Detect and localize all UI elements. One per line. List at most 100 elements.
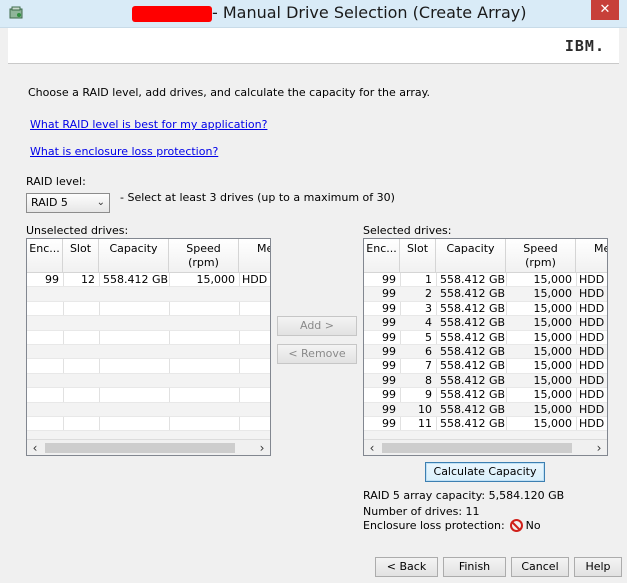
column-header-capacity[interactable]: Capacity	[99, 239, 169, 273]
cell-media: HDD	[579, 344, 605, 358]
calculate-capacity-button[interactable]: Calculate Capacity	[425, 462, 545, 482]
cell-speed: 15,000	[533, 388, 573, 402]
cell-slot: 5	[425, 330, 432, 344]
table-row[interactable]: 99 5 558.412 GB 15,000 HDD	[364, 330, 607, 345]
raid-level-select[interactable]: RAID 5 ⌄	[26, 193, 110, 213]
column-header-speed[interactable]: Speed (rpm)	[506, 239, 576, 273]
horizontal-scrollbar[interactable]: ‹ ›	[27, 439, 270, 455]
cell-slot: 7	[425, 359, 432, 373]
raid-level-value: RAID 5	[31, 196, 68, 209]
drive-count-text: Number of drives: 11	[363, 505, 480, 518]
enclosure-protection-label: Enclosure loss protection:	[363, 519, 505, 532]
cell-capacity: 558.412 GB	[440, 373, 506, 387]
column-header-speed[interactable]: Speed (rpm)	[169, 239, 239, 273]
empty-table-row	[27, 344, 270, 360]
cell-slot: 8	[425, 373, 432, 387]
table-row[interactable]: 99 4 558.412 GB 15,000 HDD	[364, 316, 607, 331]
cell-slot: 4	[425, 316, 432, 330]
table-row[interactable]: 99 9 558.412 GB 15,000 HDD	[364, 388, 607, 403]
scroll-right-icon[interactable]: ›	[591, 440, 607, 455]
finish-button[interactable]: Finish	[443, 557, 506, 577]
scrollbar-thumb[interactable]	[382, 443, 572, 453]
table-row[interactable]: 99 10 558.412 GB 15,000 HDD	[364, 402, 607, 417]
cell-slot: 10	[418, 402, 432, 416]
empty-table-row	[27, 316, 270, 331]
scrollbar-thumb[interactable]	[45, 443, 235, 453]
add-button[interactable]: Add >	[277, 316, 357, 336]
enclosure-help-link[interactable]: What is enclosure loss protection?	[30, 145, 218, 158]
empty-table-row	[27, 402, 270, 417]
cell-media: HDD	[579, 273, 605, 286]
empty-table-row	[27, 331, 270, 345]
scroll-left-icon[interactable]: ‹	[27, 440, 43, 455]
redacted-title-block	[132, 6, 212, 22]
cell-enclosure: 99	[382, 373, 396, 387]
cell-media: HDD	[579, 416, 605, 430]
help-button[interactable]: Help	[574, 557, 622, 577]
table-row[interactable]: 99 12 558.412 GB 15,000 HDD	[27, 273, 270, 288]
ibm-logo: IBM.	[564, 37, 605, 55]
column-header-slot[interactable]: Slot	[400, 239, 436, 273]
raid-hint-text: - Select at least 3 drives (up to a maxi…	[120, 191, 395, 204]
back-button[interactable]: < Back	[375, 557, 438, 577]
column-header-enclosure[interactable]: Enc...	[364, 239, 400, 273]
cell-capacity: 558.412 GB	[440, 388, 506, 402]
array-capacity-text: RAID 5 array capacity: 5,584.120 GB	[363, 489, 565, 502]
cell-enclosure: 99	[382, 287, 396, 301]
cell-slot: 3	[425, 301, 432, 315]
raid-level-label: RAID level:	[26, 175, 86, 188]
empty-table-row	[27, 359, 270, 374]
cell-speed: 15,000	[533, 359, 573, 373]
unselected-drives-label: Unselected drives:	[26, 224, 129, 237]
selected-drives-table[interactable]: Enc...SlotCapacitySpeed (rpm)Media991558…	[363, 238, 608, 456]
cell-speed: 15,000	[196, 273, 236, 286]
scroll-right-icon[interactable]: ›	[254, 440, 270, 455]
title-bar: - Manual Drive Selection (Create Array) …	[0, 0, 627, 28]
cell-enclosure: 99	[45, 273, 59, 286]
table-body: 99 1 558.412 GB 15,000 HDD 99 2 558.412 GB 15,00…	[364, 273, 607, 446]
cell-enclosure: 99	[382, 359, 396, 373]
column-header-capacity[interactable]: Capacity	[436, 239, 506, 273]
cell-capacity: 558.412 GB	[440, 344, 506, 358]
cell-enclosure: 99	[382, 416, 396, 430]
table-row[interactable]: 99 8 558.412 GB 15,000 HDD	[364, 373, 607, 389]
cell-slot: 9	[425, 388, 432, 402]
cell-capacity: 558.412 GB	[103, 273, 169, 286]
remove-button[interactable]: < Remove	[277, 344, 357, 364]
cell-enclosure: 99	[382, 344, 396, 358]
header-band: IBM.	[8, 28, 619, 64]
cell-speed: 15,000	[533, 330, 573, 344]
table-row[interactable]: 99 11 558.412 GB 15,000 HDD	[364, 416, 607, 432]
table-row[interactable]: 99 6 558.412 GB 15,000 HDD	[364, 344, 607, 360]
no-entry-icon	[509, 519, 523, 532]
cell-speed: 15,000	[533, 402, 573, 416]
cell-speed: 15,000	[533, 287, 573, 301]
cell-enclosure: 99	[382, 316, 396, 330]
cell-capacity: 558.412 GB	[440, 301, 506, 315]
scroll-left-icon[interactable]: ‹	[364, 440, 380, 455]
close-button[interactable]: ✕	[591, 0, 619, 20]
horizontal-scrollbar[interactable]: ‹ ›	[364, 439, 607, 455]
table-row[interactable]: 99 1 558.412 GB 15,000 HDD	[364, 273, 607, 288]
column-header-slot[interactable]: Slot	[63, 239, 99, 273]
table-row[interactable]: 99 2 558.412 GB 15,000 HDD	[364, 287, 607, 302]
dialog-content: Choose a RAID level, add drives, and cal…	[8, 64, 622, 583]
table-row[interactable]: 99 3 558.412 GB 15,000 HDD	[364, 301, 607, 317]
cell-speed: 15,000	[533, 273, 573, 286]
cell-capacity: 558.412 GB	[440, 273, 506, 286]
cell-speed: 15,000	[533, 344, 573, 358]
column-header-media[interactable]: Media	[239, 239, 270, 273]
cell-speed: 15,000	[533, 373, 573, 387]
raid-help-link[interactable]: What RAID level is best for my applicati…	[30, 118, 267, 131]
cell-media: HDD	[579, 388, 605, 402]
cell-media: HDD	[579, 402, 605, 416]
column-header-media[interactable]: Media	[576, 239, 607, 273]
cell-capacity: 558.412 GB	[440, 416, 506, 430]
table-row[interactable]: 99 7 558.412 GB 15,000 HDD	[364, 359, 607, 374]
column-header-enclosure[interactable]: Enc...	[27, 239, 63, 273]
unselected-drives-table[interactable]: Enc...SlotCapacitySpeed (rpm)Media991255…	[26, 238, 271, 456]
selected-drives-label: Selected drives:	[363, 224, 452, 237]
cancel-button[interactable]: Cancel	[511, 557, 569, 577]
cell-media: HDD	[579, 287, 605, 301]
cell-speed: 15,000	[533, 416, 573, 430]
